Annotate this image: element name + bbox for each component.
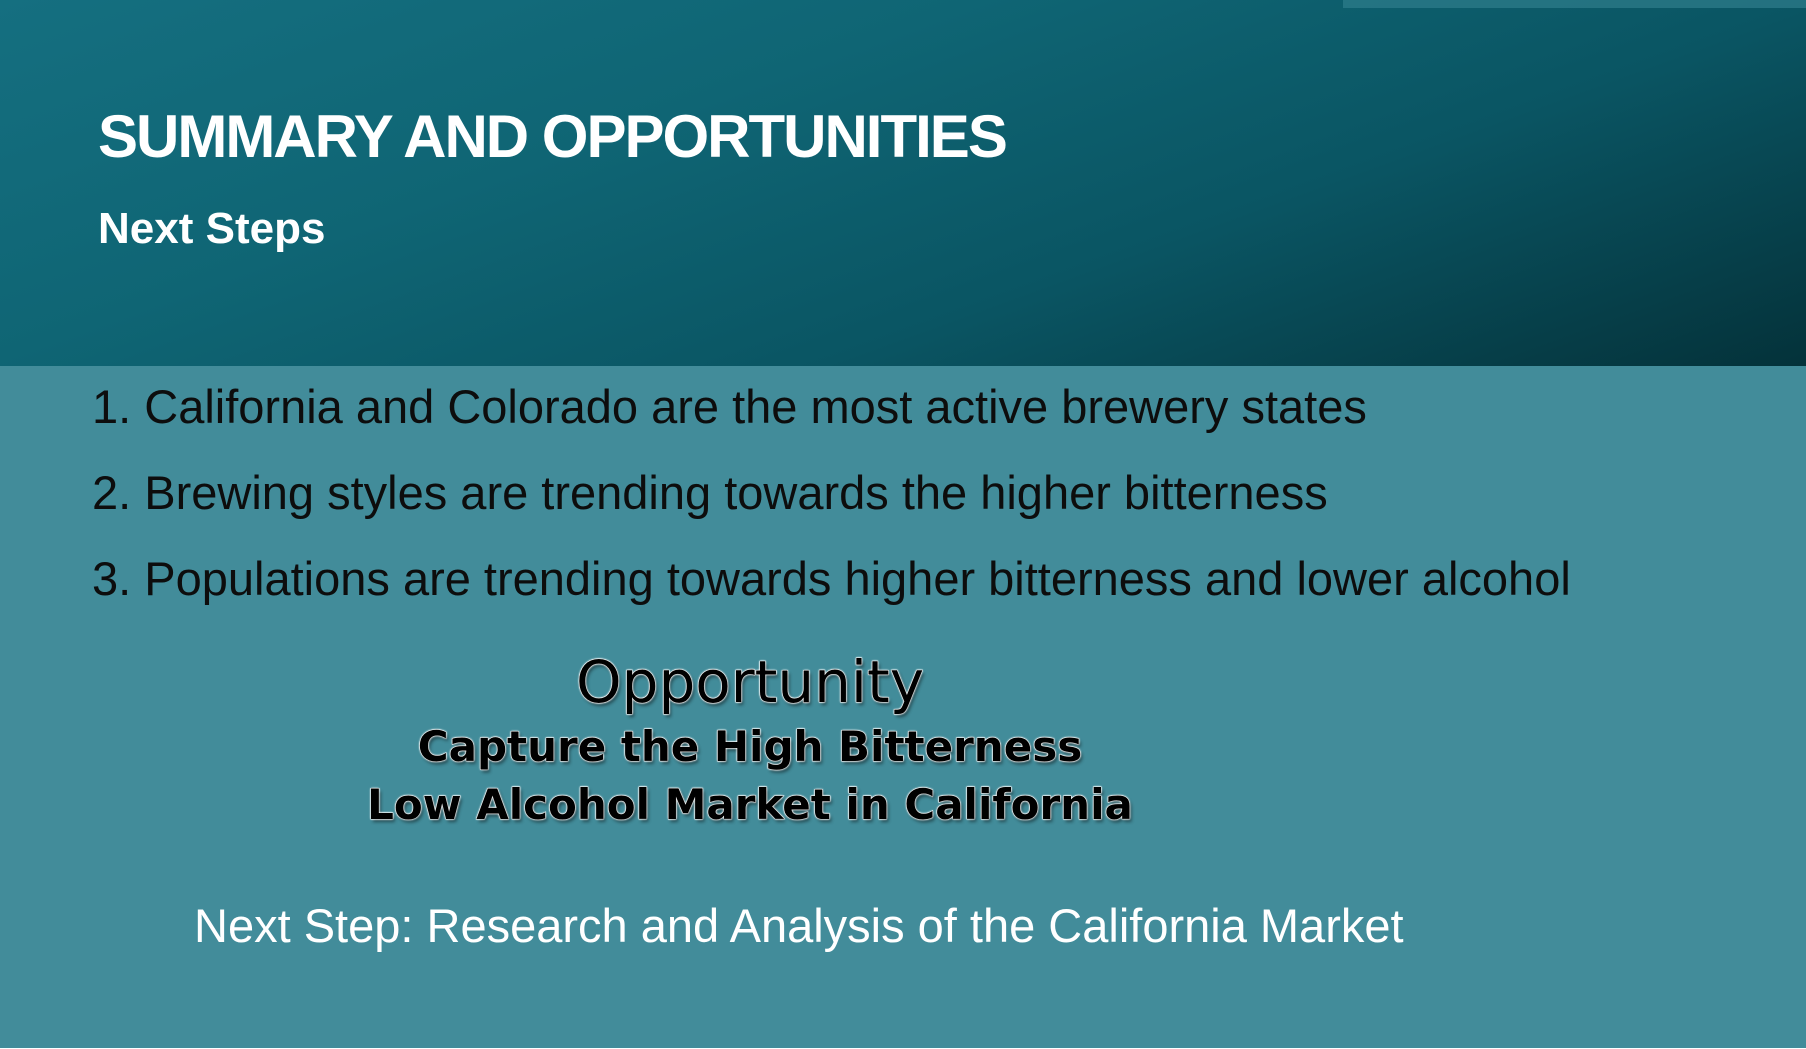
opportunity-line-2: Low Alcohol Market in California (367, 780, 1134, 830)
summary-point-1: 1. California and Colorado are the most … (92, 380, 1367, 433)
summary-list: 1. California and Colorado are the most … (92, 364, 1571, 622)
slide-subtitle: Next Steps (98, 204, 326, 253)
header-band: SUMMARY AND OPPORTUNITIES Next Steps (0, 0, 1806, 366)
opportunity-heading: Opportunity (575, 648, 925, 717)
opportunity-line-1: Capture the High Bitterness (417, 722, 1083, 772)
next-step-text: Next Step: Research and Analysis of the … (194, 899, 1404, 952)
slide-title: SUMMARY AND OPPORTUNITIES (98, 103, 1008, 170)
summary-point-3: 3. Populations are trending towards high… (92, 552, 1571, 605)
header-accent-bar (1343, 0, 1806, 8)
summary-point-2: 2. Brewing styles are trending towards t… (92, 466, 1328, 519)
slide: SUMMARY AND OPPORTUNITIES Next Steps 1. … (0, 0, 1806, 1049)
